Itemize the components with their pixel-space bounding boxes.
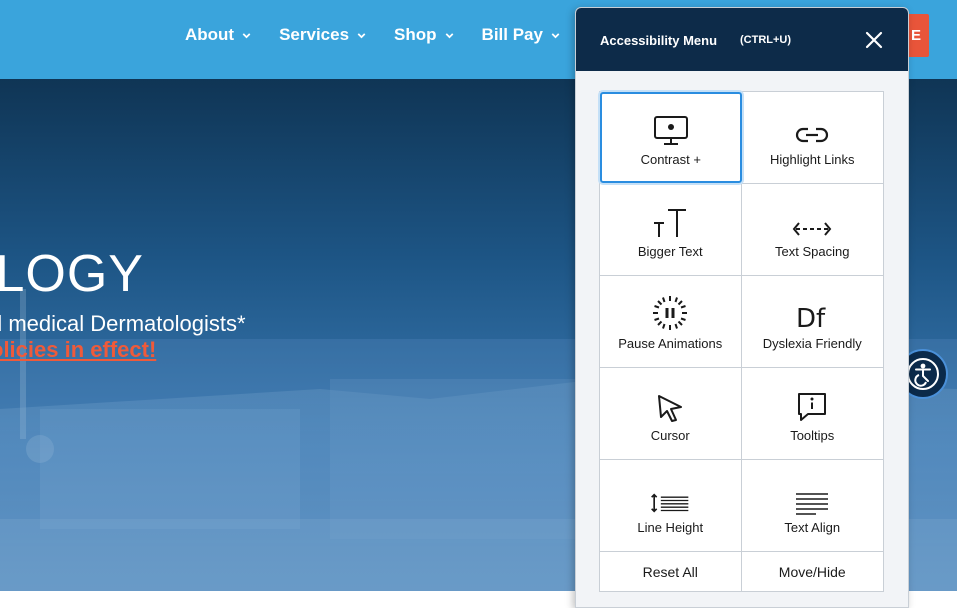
svg-text:Df: Df — [796, 304, 826, 331]
options-row: Contrast + Highlight Links — [600, 92, 883, 184]
hero-policies-link[interactable]: olicies in effect! — [0, 337, 156, 363]
options-row: Line Height Text Align — [600, 460, 883, 552]
nav-cta-label: E — [910, 27, 921, 44]
chevron-down-icon — [445, 32, 453, 38]
accessibility-menu-panel: Accessibility Menu (CTRL+U) Contrast + H… — [575, 7, 909, 608]
option-label: Text Align — [784, 520, 841, 535]
option-line-height[interactable]: Line Height — [600, 460, 742, 551]
option-label: Bigger Text — [637, 244, 703, 259]
monitor-icon — [653, 116, 688, 145]
nav-item-label: About — [185, 25, 235, 44]
panel-title: Accessibility Menu — [600, 33, 718, 48]
panel-shortcut: (CTRL+U) — [740, 34, 792, 46]
chevron-down-icon — [242, 32, 251, 38]
option-tooltips[interactable]: Tooltips — [742, 368, 884, 459]
cursor-icon — [658, 395, 683, 422]
nav-item-shop[interactable]: Shop — [394, 25, 456, 45]
nav-menu: About Services Shop Bill Pay — [185, 0, 588, 70]
option-highlight-links[interactable]: Highlight Links — [742, 92, 884, 183]
text-spacing-icon — [792, 222, 832, 236]
nav-item-label: Bill Pay — [481, 25, 543, 44]
option-label: Highlight Links — [769, 152, 855, 167]
reset-all-label: Reset All — [642, 563, 698, 580]
option-label: Tooltips — [790, 428, 835, 443]
link-icon — [796, 127, 829, 143]
option-label: Text Spacing — [775, 244, 850, 259]
option-label: Line Height — [637, 520, 704, 535]
option-text-align[interactable]: Text Align — [742, 460, 884, 551]
nav-item-services[interactable]: Services — [279, 25, 368, 45]
option-cursor[interactable]: Cursor — [600, 368, 742, 459]
option-bigger-text[interactable]: Bigger Text — [600, 184, 742, 275]
option-label: Dyslexia Friendly — [762, 336, 862, 351]
text-size-icon — [654, 209, 687, 237]
reset-all-button[interactable]: Reset All — [600, 552, 742, 591]
chevron-down-icon — [357, 32, 366, 38]
nav-item-bill-pay[interactable]: Bill Pay — [482, 25, 562, 45]
option-label: Cursor — [650, 428, 690, 443]
hero-title: OLOGY — [0, 245, 144, 303]
option-label: Pause Animations — [618, 336, 723, 351]
option-pause-animations[interactable]: Pause Animations — [600, 276, 742, 367]
line-height-icon — [651, 493, 689, 513]
nav-item-about[interactable]: About — [185, 25, 253, 45]
nav-item-label: Services — [279, 25, 350, 44]
move-hide-label: Move/Hide — [778, 563, 846, 580]
option-label: Contrast + — [640, 152, 701, 167]
close-button[interactable] — [860, 26, 888, 54]
option-contrast[interactable]: Contrast + — [600, 92, 742, 183]
options-row: Pause Animations Df Dyslexia Friendly — [600, 276, 883, 368]
text-align-icon — [796, 493, 829, 515]
options-row: Cursor Tooltips — [600, 368, 883, 460]
options-row: Reset All Move/Hide — [600, 552, 883, 591]
chevron-down-icon — [551, 32, 560, 38]
move-hide-button[interactable]: Move/Hide — [742, 552, 884, 591]
dyslexia-icon: Df — [796, 304, 826, 331]
hero-subtitle: d medical Dermatologists* — [0, 311, 246, 336]
nav-item-label: Shop — [394, 25, 437, 44]
accessibility-options-grid: Contrast + Highlight Links Bigger Text T… — [599, 91, 884, 592]
option-dyslexia-friendly[interactable]: Df Dyslexia Friendly — [742, 276, 884, 367]
tooltip-icon — [798, 393, 827, 421]
accessibility-icon — [907, 358, 939, 390]
options-row: Bigger Text Text Spacing — [600, 184, 883, 276]
pause-icon — [653, 296, 688, 330]
option-text-spacing[interactable]: Text Spacing — [742, 184, 884, 275]
close-icon — [865, 31, 883, 49]
panel-header: Accessibility Menu (CTRL+U) — [576, 8, 908, 71]
